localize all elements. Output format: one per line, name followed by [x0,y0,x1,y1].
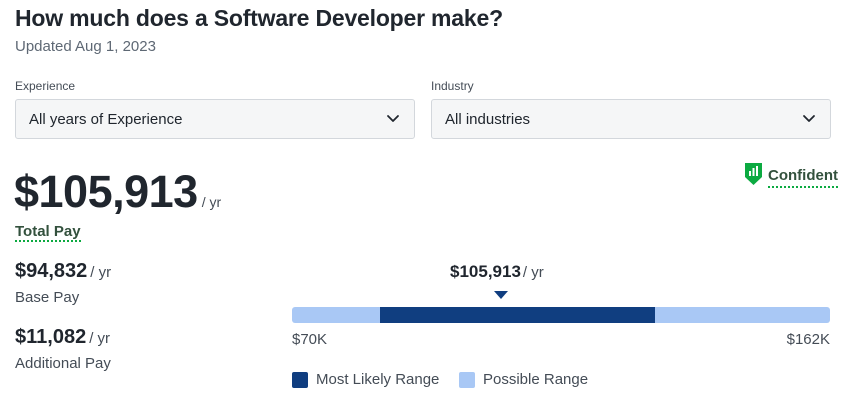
total-pay-amount: $105,913/ yr [14,166,221,218]
industry-select[interactable]: All industries [431,99,831,139]
base-pay-amount: $94,832/ yr [15,260,111,283]
base-pay-unit: / yr [90,264,112,281]
median-marker-label: $105,913/ yr [450,262,544,282]
median-marker-value: $105,913 [450,262,521,281]
additional-pay-unit: / yr [89,330,111,347]
base-pay-value: $94,832 [15,260,88,282]
range-max-label: $162K [786,331,830,348]
possible-swatch [459,371,475,388]
confidence-label: Confident [768,167,838,188]
chevron-down-icon [387,115,399,122]
industry-filter-label: Industry [431,79,474,93]
pay-range-bar [292,307,830,323]
experience-filter-label: Experience [15,79,76,93]
shield-bars-icon [745,163,763,185]
confidence-indicator[interactable]: Confident [744,162,838,188]
legend-most-likely-label: Most Likely Range [316,371,440,388]
most-likely-range-segment [379,307,655,323]
page-title: How much does a Software Developer make? [15,5,503,31]
legend-possible-label: Possible Range [483,371,589,388]
additional-pay-label: Additional Pay [15,355,111,372]
experience-select-value: All years of Experience [29,110,183,128]
additional-pay-amount: $11,082/ yr [15,326,110,349]
range-min-label: $70K [292,331,328,348]
chevron-down-icon [803,115,815,122]
base-pay-label: Base Pay [15,289,80,306]
additional-pay-value: $11,082 [15,326,87,348]
most-likely-swatch [292,371,308,388]
total-pay-value: $105,913 [14,166,198,217]
median-marker-unit: / yr [522,264,544,281]
legend-most-likely: Most Likely Range [292,371,439,388]
median-marker-pointer [494,291,508,299]
updated-date: Updated Aug 1, 2023 [15,38,156,55]
industry-select-value: All industries [445,110,531,128]
experience-select[interactable]: All years of Experience [15,99,415,139]
total-pay-unit: / yr [201,194,222,210]
total-pay-label[interactable]: Total Pay [15,223,81,242]
legend-possible: Possible Range [459,371,588,388]
